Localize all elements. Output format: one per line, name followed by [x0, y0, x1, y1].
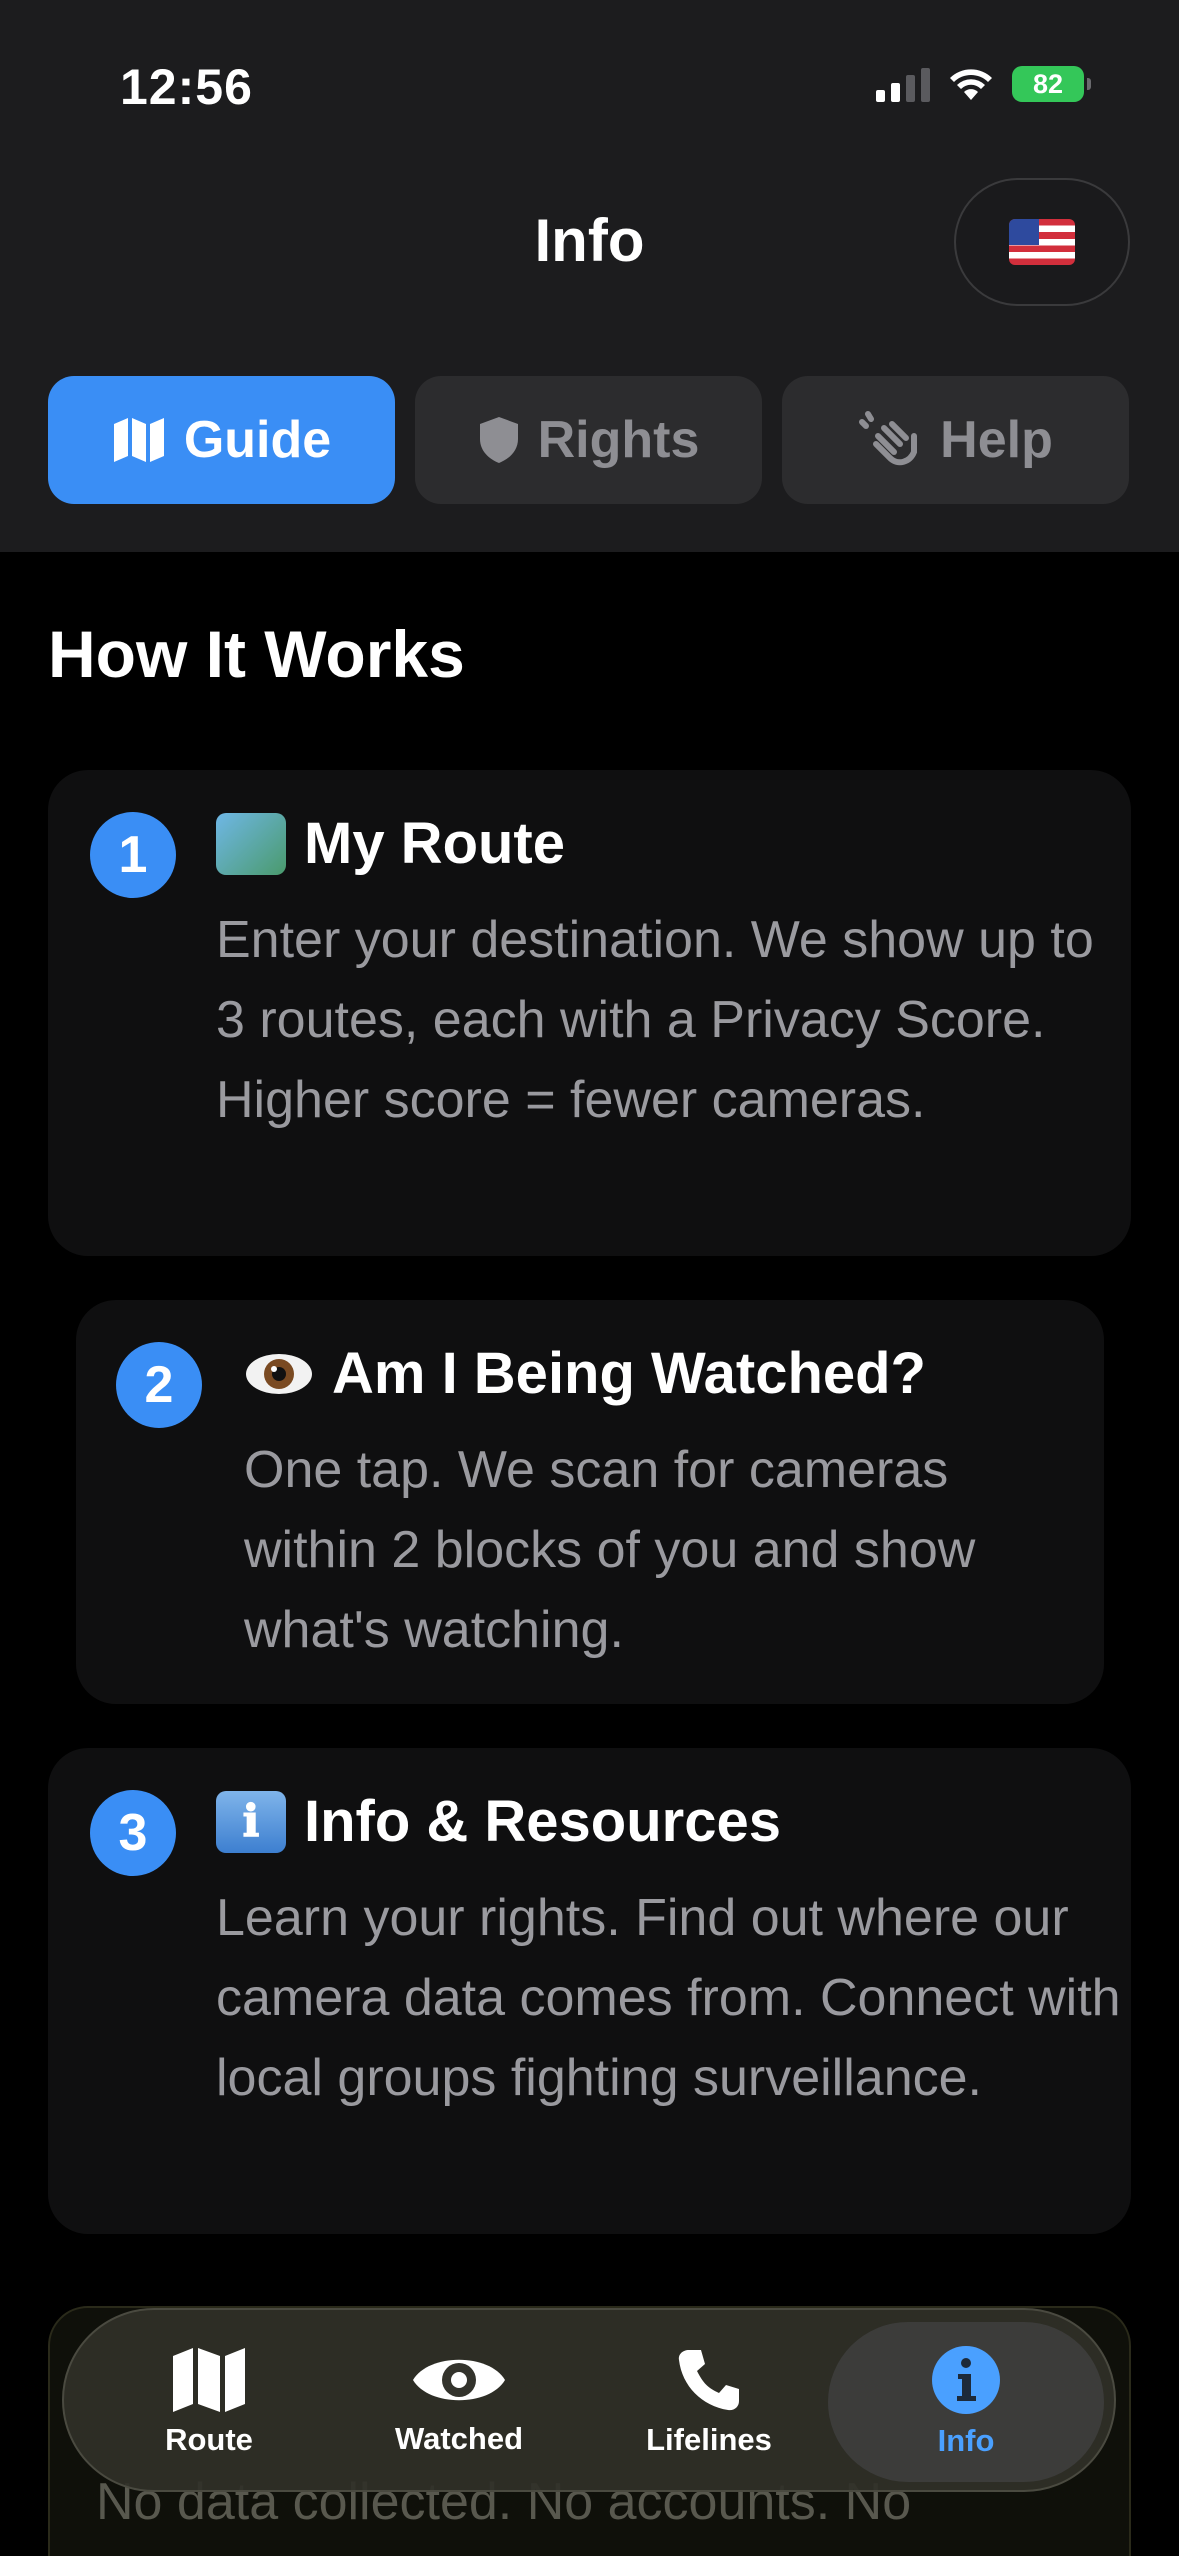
section-title: How It Works: [48, 617, 465, 691]
bottom-tab-bar: Route Watched Lifelines Info: [62, 2308, 1116, 2492]
step-number-badge: 2: [116, 1342, 202, 1428]
map-icon: [113, 418, 164, 462]
step-card: 3 ℹ Info & Resources Learn your rights. …: [48, 1748, 1131, 2234]
us-flag-icon: [1009, 219, 1075, 265]
step-description: Enter your destination. We show up to 3 …: [216, 911, 1094, 1129]
cellular-signal-icon: [876, 66, 930, 102]
tabbar-watched-label: Watched: [394, 2421, 524, 2456]
language-button[interactable]: [954, 178, 1130, 306]
status-icons: 82: [876, 66, 1091, 102]
step-description: Learn your rights. Find out where our ca…: [216, 1889, 1121, 2107]
tabbar-route-label: Route: [165, 2422, 253, 2457]
step-header: My Route: [216, 810, 565, 877]
step-number-badge: 1: [90, 812, 176, 898]
tab-help[interactable]: Help: [782, 376, 1129, 504]
wifi-icon: [950, 69, 992, 100]
tabbar-route[interactable]: Route: [114, 2310, 304, 2494]
tabbar-info-label: Info: [937, 2423, 995, 2458]
top-bar: 12:56 82 Info Guide Rights Help: [0, 0, 1179, 552]
step-card: 1 My Route Enter your destination. We sh…: [48, 770, 1131, 1256]
tab-guide[interactable]: Guide: [48, 376, 395, 504]
tab-rights-label: Rights: [537, 411, 700, 469]
step-title: Info & Resources: [304, 1789, 781, 1854]
waving-hand-icon: [859, 411, 918, 466]
status-time: 12:56: [120, 59, 253, 115]
step-title: Am I Being Watched?: [332, 1341, 926, 1406]
step-number-badge: 3: [90, 1790, 176, 1876]
map-icon: [173, 2348, 245, 2412]
step-header: ℹ Info & Resources: [216, 1788, 781, 1855]
info-emoji-icon: ℹ: [216, 1790, 286, 1853]
battery-icon: 82: [1012, 66, 1091, 102]
tabbar-watched[interactable]: Watched: [364, 2310, 554, 2494]
tab-help-label: Help: [940, 411, 1053, 469]
step-description: One tap. We scan for cameras within 2 bl…: [244, 1441, 976, 1659]
eye-icon: [413, 2359, 505, 2401]
phone-icon: [678, 2350, 739, 2411]
info-icon: [932, 2346, 1000, 2414]
tab-rights[interactable]: Rights: [415, 376, 762, 504]
tabbar-info[interactable]: Info: [828, 2322, 1104, 2482]
world-map-icon: [216, 812, 286, 875]
step-title: My Route: [304, 811, 565, 876]
tabbar-lifelines-label: Lifelines: [646, 2422, 772, 2457]
battery-level: 82: [1032, 68, 1064, 99]
step-card: 2 Am I Being Watched? One tap. We scan f…: [76, 1300, 1104, 1704]
tab-guide-label: Guide: [183, 411, 332, 469]
eye-emoji-icon: [244, 1343, 314, 1405]
shield-icon: [479, 417, 518, 463]
step-header: Am I Being Watched?: [244, 1340, 926, 1407]
segment-tabs: Guide Rights Help: [48, 376, 1129, 504]
tabbar-lifelines[interactable]: Lifelines: [614, 2310, 804, 2494]
